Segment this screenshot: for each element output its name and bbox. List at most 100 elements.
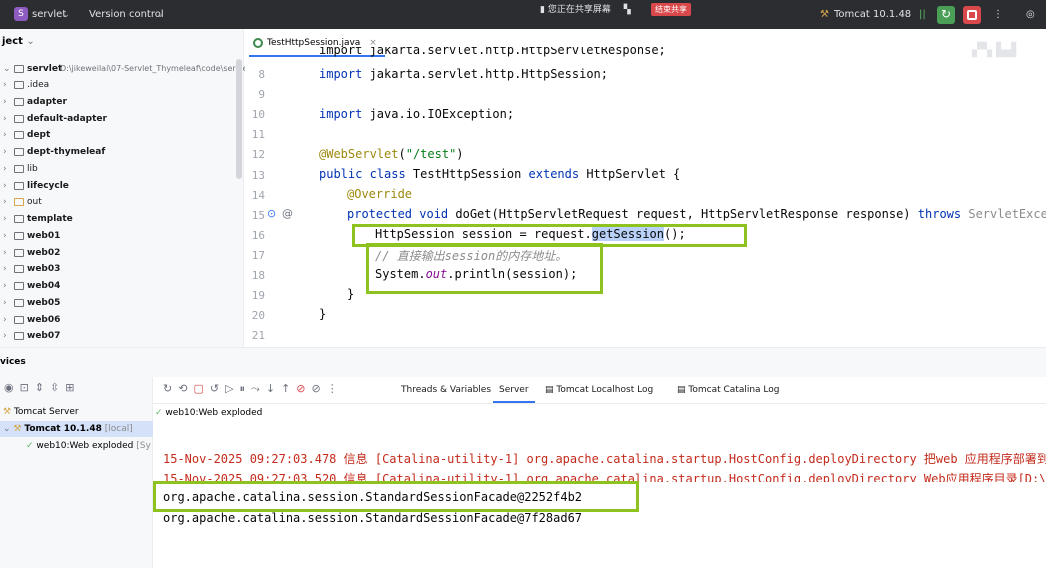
override-gutter-icon[interactable]: ⊙ <box>267 207 276 220</box>
chevron-right-icon[interactable]: › <box>3 261 7 277</box>
folder-icon <box>14 248 24 257</box>
redeploy-icon[interactable]: ⟲ <box>178 382 187 395</box>
collapse-icon[interactable]: ⇳ <box>50 381 59 394</box>
chevron-right-icon[interactable]: › <box>3 228 7 244</box>
chevron-right-icon[interactable]: › <box>3 94 7 110</box>
tab-tomcat-catalina-log[interactable]: ▤ Tomcat Catalina Log <box>677 377 780 403</box>
services-title: vices <box>0 357 26 367</box>
chevron-right-icon[interactable]: › <box>3 278 7 294</box>
line-number: 8 <box>258 68 265 81</box>
project-panel: ject ⌄ ⌄ servlet D:\jikeweilai\07-Servle… <box>0 29 251 347</box>
folder-icon <box>14 164 24 173</box>
tab-server[interactable]: Server <box>493 377 535 403</box>
log-line-session-2: org.apache.catalina.session.StandardSess… <box>163 511 583 525</box>
step-out-icon[interactable]: ↑ <box>281 382 290 395</box>
breakpoints-icon[interactable]: ⊘ <box>296 382 305 395</box>
add-service-icon[interactable]: ⊡ <box>20 381 29 394</box>
tree-item-label: web06 <box>27 314 61 325</box>
java-class-icon <box>253 38 263 48</box>
code-line-10: import java.io.IOException; <box>319 107 515 121</box>
tree-item-label: adapter <box>27 96 67 107</box>
pause-icon[interactable]: ⏸ <box>240 382 246 396</box>
tab-threads-variables[interactable]: Threads & Variables <box>401 377 491 403</box>
code-editor[interactable]: TestHttpSession.java × import jakarta.se… <box>245 29 1046 347</box>
more-options-icon[interactable]: ⋮ <box>993 0 1003 29</box>
folder-icon <box>14 231 24 240</box>
chevron-right-icon[interactable]: › <box>3 111 7 127</box>
folder-icon <box>14 97 24 106</box>
more-options-icon[interactable]: ⋮ <box>327 382 338 395</box>
chevron-down-icon[interactable]: ⌄ <box>26 36 34 47</box>
step-over-icon[interactable]: ⤳ <box>251 382 260 396</box>
chevron-down-icon[interactable]: ⌄ <box>62 0 70 29</box>
stop-share-button[interactable]: 结束共享 <box>651 3 691 16</box>
artifact-node[interactable]: ✓ web10:Web exploded [Sy <box>26 438 151 454</box>
artifact-suffix: [Sy <box>136 441 151 451</box>
chevron-right-icon[interactable]: › <box>3 312 7 328</box>
highlight-box-println <box>366 243 603 294</box>
chevron-right-icon[interactable]: › <box>3 328 7 344</box>
line-number: 9 <box>258 88 265 102</box>
chevron-down-icon[interactable]: ⌄ <box>3 424 11 434</box>
chevron-right-icon[interactable]: › <box>3 245 7 261</box>
code-line-12: @WebServlet("/test") <box>319 147 464 161</box>
log-icon: ▤ <box>677 385 686 395</box>
chevron-right-icon[interactable]: › <box>3 295 7 311</box>
rerun-icon[interactable]: ↺ <box>210 382 219 395</box>
code-line-14: @Override <box>347 187 413 201</box>
expand-icon[interactable]: ⇕ <box>35 381 44 394</box>
code-line-partial: import jakarta.servlet.http.HttpServletR… <box>319 47 666 57</box>
update-app-icon[interactable]: ↻ <box>163 382 172 395</box>
line-number: 21 <box>251 329 265 343</box>
chevron-right-icon[interactable]: › <box>3 77 7 93</box>
tree-item-label: template <box>27 214 73 224</box>
version-control-menu[interactable]: Version control <box>89 0 164 29</box>
tree-item-label: lifecycle <box>27 180 69 191</box>
folder-icon <box>14 148 24 156</box>
line-number: 14 <box>251 188 265 202</box>
chevron-down-icon[interactable]: ⌄ <box>156 0 164 29</box>
chevron-right-icon[interactable]: › <box>3 144 7 160</box>
project-panel-header[interactable]: ject ⌄ <box>2 36 35 47</box>
tomcat-server-label: Tomcat Server <box>13 407 79 417</box>
chevron-right-icon[interactable]: › <box>3 178 7 194</box>
tomcat-server-node[interactable]: ⚒ Tomcat Server <box>3 404 79 420</box>
pause-icon[interactable]: || <box>919 0 926 29</box>
stop-icon[interactable]: ▢ <box>193 382 203 395</box>
folder-icon <box>14 131 24 140</box>
tab-label: Tomcat Catalina Log <box>688 385 780 395</box>
chevron-down-icon[interactable]: ⌄ <box>898 0 906 29</box>
tree-item-label: lib <box>27 163 38 174</box>
tomcat-instance-node[interactable]: ⌄ ⚒ Tomcat 10.1.48 [local] <box>0 421 153 437</box>
chevron-right-icon[interactable]: › <box>3 211 7 227</box>
annotation-gutter-icon[interactable]: @ <box>282 207 293 220</box>
chevron-down-icon[interactable]: ⌄ <box>3 61 11 77</box>
code-line-8: import jakarta.servlet.http.HttpSession; <box>319 67 608 81</box>
chevron-right-icon[interactable]: › <box>3 127 7 143</box>
mute-breakpoints-icon[interactable]: ⊘ <box>312 382 321 395</box>
tree-item-label: dept-thymeleaf <box>27 147 106 157</box>
restart-icon: ↻ <box>941 7 952 21</box>
tomcat-icon: ⚒ <box>13 424 22 434</box>
output-toolbar: ↻ ⟲ ▢ ↺ ▷ ⏸ ⤳ ↓ ↑ ⊘ ⊘ ⋮ <box>163 382 344 396</box>
project-badge[interactable]: S <box>14 7 28 21</box>
tree-item-label: web02 <box>27 247 61 258</box>
chevron-right-icon[interactable]: › <box>3 194 7 210</box>
restart-button[interactable]: ↻ <box>937 6 955 24</box>
ai-assistant-icon[interactable]: ◎ <box>1026 0 1035 29</box>
project-root-path: D:\jikeweilai\07-Servlet_Thymeleaf\code\… <box>60 64 251 73</box>
services-output-panel: ↻ ⟲ ▢ ↺ ▷ ⏸ ⤳ ↓ ↑ ⊘ ⊘ ⋮ Threads & Variables Server … <box>153 377 1046 568</box>
scrollbar[interactable] <box>236 59 242 179</box>
folder-icon <box>14 114 24 123</box>
hammer-icon[interactable]: ⚒ <box>820 0 829 29</box>
tree-item-label: dept <box>27 130 51 141</box>
resume-icon[interactable]: ▷ <box>225 382 233 395</box>
stop-button[interactable] <box>963 6 981 24</box>
tab-tomcat-localhost-log[interactable]: ▤ Tomcat Localhost Log <box>545 377 653 403</box>
share-tool-icon[interactable]: ▚ <box>624 5 631 15</box>
tree-item-label: web05 <box>27 297 61 308</box>
group-icon[interactable]: ⊞ <box>65 381 74 394</box>
eye-icon[interactable]: ◉ <box>4 381 14 394</box>
step-into-icon[interactable]: ↓ <box>266 382 275 395</box>
chevron-right-icon[interactable]: › <box>3 161 7 177</box>
